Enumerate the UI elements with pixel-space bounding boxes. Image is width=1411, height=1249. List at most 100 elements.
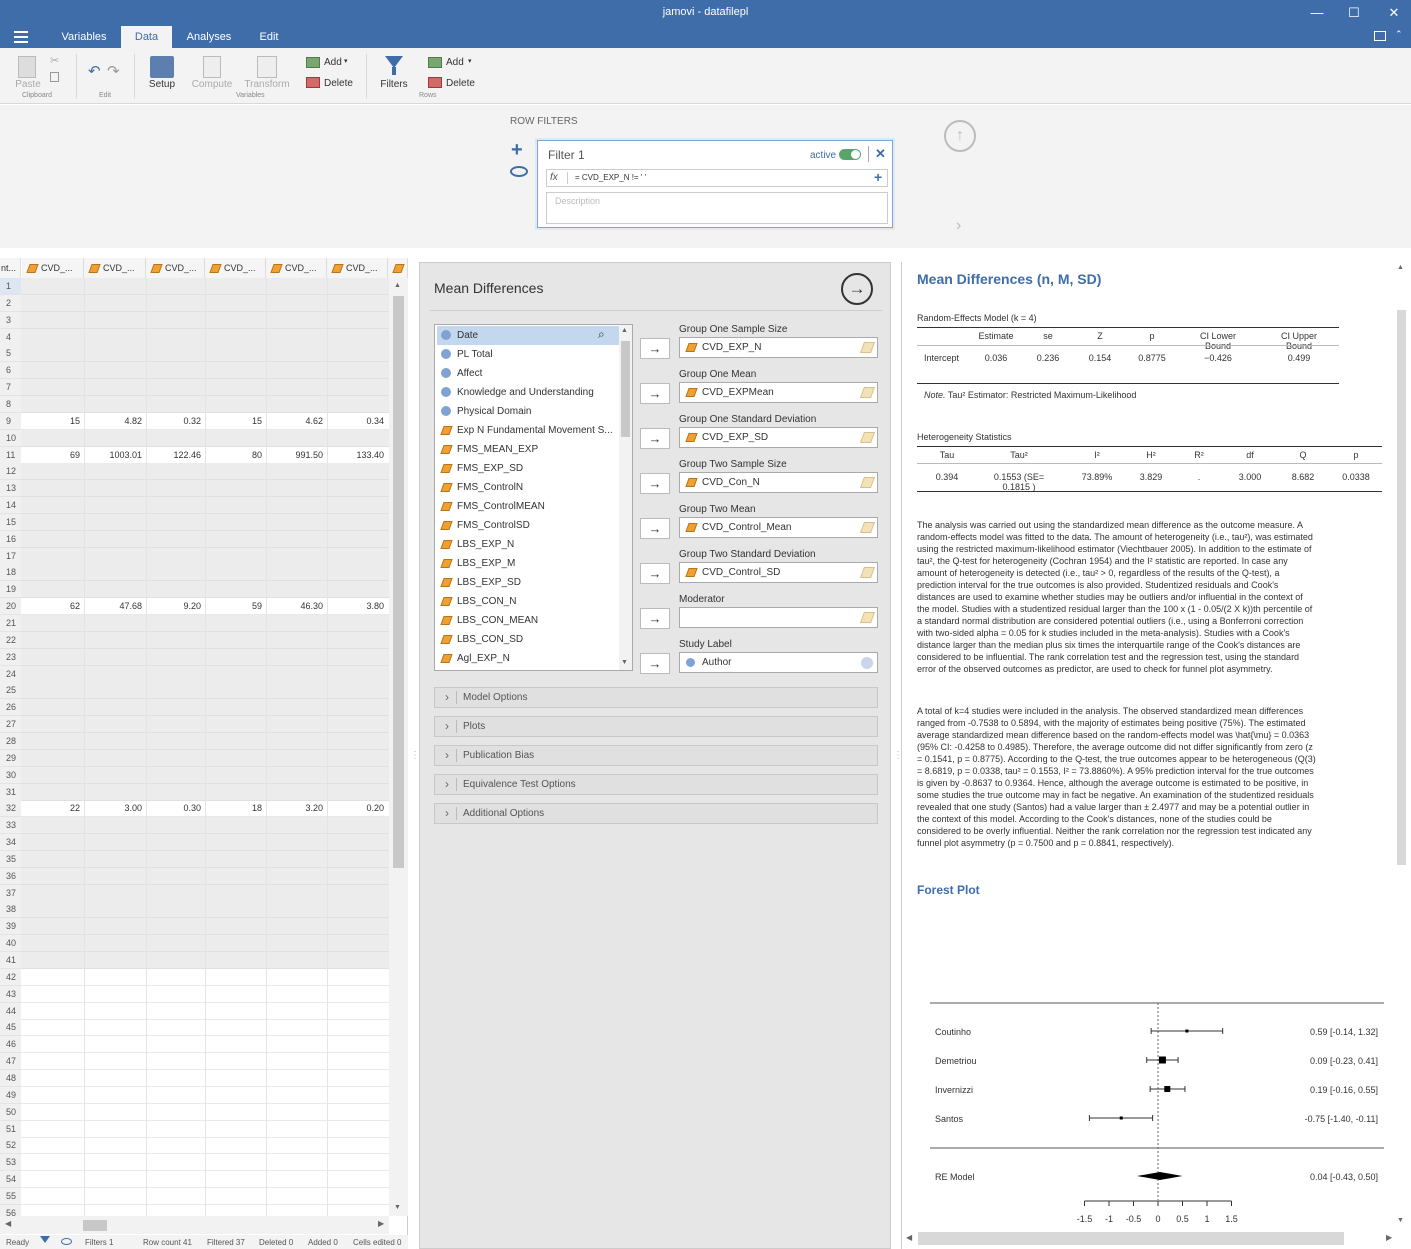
variable-item[interactable]: LBS_EXP_SD xyxy=(437,573,619,592)
row-number[interactable]: 40 xyxy=(0,935,21,953)
table-row[interactable] xyxy=(21,766,389,784)
row-number[interactable]: 46 xyxy=(0,1036,21,1054)
variable-item[interactable]: Physical Domain xyxy=(437,402,619,421)
table-row[interactable] xyxy=(21,1171,389,1189)
table-row[interactable] xyxy=(21,463,389,481)
filter-expression[interactable]: = CVD_EXP_N != ' ' xyxy=(575,173,646,182)
column-header[interactable]: CVD_... xyxy=(266,258,327,278)
options-section[interactable]: › Publication Bias xyxy=(434,745,878,766)
chevron-right-icon[interactable]: › xyxy=(956,217,961,235)
target-box[interactable]: CVD_Control_Mean xyxy=(679,517,878,538)
variable-item[interactable]: LBS_EXP_N xyxy=(437,535,619,554)
chevron-up-icon[interactable]: ⌃ xyxy=(1395,29,1403,40)
row-number[interactable]: 5 xyxy=(0,345,21,363)
table-row[interactable] xyxy=(21,834,389,852)
row-number[interactable]: 52 xyxy=(0,1137,21,1155)
filter-name[interactable]: Filter 1 xyxy=(548,148,585,162)
vertical-scrollbar[interactable]: ▲ ▼ xyxy=(389,278,408,1216)
variable-item[interactable]: Agl_EXP_N xyxy=(437,649,619,668)
table-row[interactable] xyxy=(21,749,389,767)
row-number[interactable]: 44 xyxy=(0,1002,21,1020)
row-number[interactable]: 18 xyxy=(0,564,21,582)
row-number[interactable]: 39 xyxy=(0,918,21,936)
row-number[interactable]: 48 xyxy=(0,1069,21,1087)
row-number[interactable]: 34 xyxy=(0,834,21,852)
table-row[interactable] xyxy=(21,1069,389,1087)
options-section[interactable]: › Equivalence Test Options xyxy=(434,774,878,795)
tab-edit[interactable]: Edit xyxy=(246,26,292,48)
table-row[interactable] xyxy=(21,379,389,397)
row-number[interactable]: 9 xyxy=(0,412,21,430)
table-row[interactable] xyxy=(21,716,389,734)
table-row[interactable] xyxy=(21,783,389,801)
table-cell[interactable]: 122.46 xyxy=(146,447,205,464)
row-number[interactable]: 30 xyxy=(0,766,21,784)
options-section[interactable]: › Model Options xyxy=(434,687,878,708)
variable-item[interactable]: PL Total xyxy=(437,345,619,364)
column-header[interactable]: CVD_... xyxy=(205,258,266,278)
variable-list-scrollbar[interactable]: ▲ ▼ xyxy=(619,325,632,670)
fx-icon[interactable]: fx xyxy=(550,172,558,183)
variable-item[interactable]: FMS_MEAN_EXP xyxy=(437,440,619,459)
filter-status-icon[interactable] xyxy=(40,1236,50,1243)
row-number[interactable]: 43 xyxy=(0,985,21,1003)
redo-icon[interactable]: ↷ xyxy=(107,62,120,80)
row-number[interactable]: 53 xyxy=(0,1154,21,1172)
column-header-first[interactable]: nt... xyxy=(0,258,21,278)
table-cell[interactable]: 1003.01 xyxy=(84,447,146,464)
table-row[interactable] xyxy=(21,867,389,885)
search-icon[interactable]: ⌕ xyxy=(598,327,605,342)
table-row[interactable] xyxy=(21,1187,389,1205)
table-row[interactable] xyxy=(21,682,389,700)
row-number[interactable]: 29 xyxy=(0,749,21,767)
variable-item[interactable]: LBS_EXP_M xyxy=(437,554,619,573)
tab-data[interactable]: Data xyxy=(121,26,172,48)
panel-mode-icon[interactable] xyxy=(1374,31,1386,41)
row-number[interactable]: 12 xyxy=(0,463,21,481)
table-row[interactable] xyxy=(21,935,389,953)
delete-variable-button[interactable]: Delete xyxy=(324,78,353,89)
row-number[interactable]: 14 xyxy=(0,497,21,515)
table-row[interactable] xyxy=(21,497,389,515)
table-cell[interactable]: 46.30 xyxy=(266,598,327,615)
table-cell[interactable]: 3.00 xyxy=(84,800,146,817)
row-number[interactable]: 7 xyxy=(0,379,21,397)
table-cell[interactable]: 991.50 xyxy=(266,447,327,464)
table-cell[interactable]: 4.62 xyxy=(266,413,327,430)
table-row[interactable] xyxy=(21,1019,389,1037)
variable-item[interactable]: Date xyxy=(437,326,619,345)
row-number[interactable]: 38 xyxy=(0,901,21,919)
table-cell[interactable]: 133.40 xyxy=(327,447,388,464)
move-variable-arrow-icon[interactable]: → xyxy=(640,473,670,494)
row-number[interactable]: 32 xyxy=(0,800,21,818)
table-row[interactable] xyxy=(21,328,389,346)
table-row[interactable] xyxy=(21,1103,389,1121)
table-row[interactable] xyxy=(21,1120,389,1138)
row-number[interactable]: 2 xyxy=(0,294,21,312)
row-number[interactable]: 11 xyxy=(0,446,21,464)
row-number[interactable]: 51 xyxy=(0,1120,21,1138)
table-row[interactable] xyxy=(21,884,389,902)
variable-item[interactable]: FMS_ControlSD xyxy=(437,516,619,535)
add-variable-button[interactable]: Add xyxy=(324,57,342,68)
table-row[interactable] xyxy=(21,278,389,295)
scroll-down-icon[interactable]: ▼ xyxy=(1397,1217,1404,1224)
table-row[interactable] xyxy=(21,1154,389,1172)
row-number[interactable]: 41 xyxy=(0,952,21,969)
row-number[interactable]: 37 xyxy=(0,884,21,902)
table-row[interactable]: 22 3.00 0.30 18 3.20 0.20 xyxy=(21,800,389,818)
variable-item[interactable]: Affect xyxy=(437,364,619,383)
run-analysis-icon[interactable]: → xyxy=(841,273,873,305)
table-row[interactable] xyxy=(21,665,389,683)
row-number[interactable]: 25 xyxy=(0,682,21,700)
table-row[interactable] xyxy=(21,1053,389,1071)
table-row[interactable] xyxy=(21,1086,389,1104)
row-number[interactable]: 35 xyxy=(0,850,21,868)
target-box[interactable]: Author xyxy=(679,652,878,673)
variable-item[interactable]: LBS_CON_SD xyxy=(437,630,619,649)
table-row[interactable] xyxy=(21,345,389,363)
eye-icon[interactable] xyxy=(510,166,528,177)
column-header[interactable]: CVD_... xyxy=(84,258,146,278)
table-row[interactable] xyxy=(21,429,389,447)
results-hscrollbar[interactable] xyxy=(918,1232,1344,1245)
